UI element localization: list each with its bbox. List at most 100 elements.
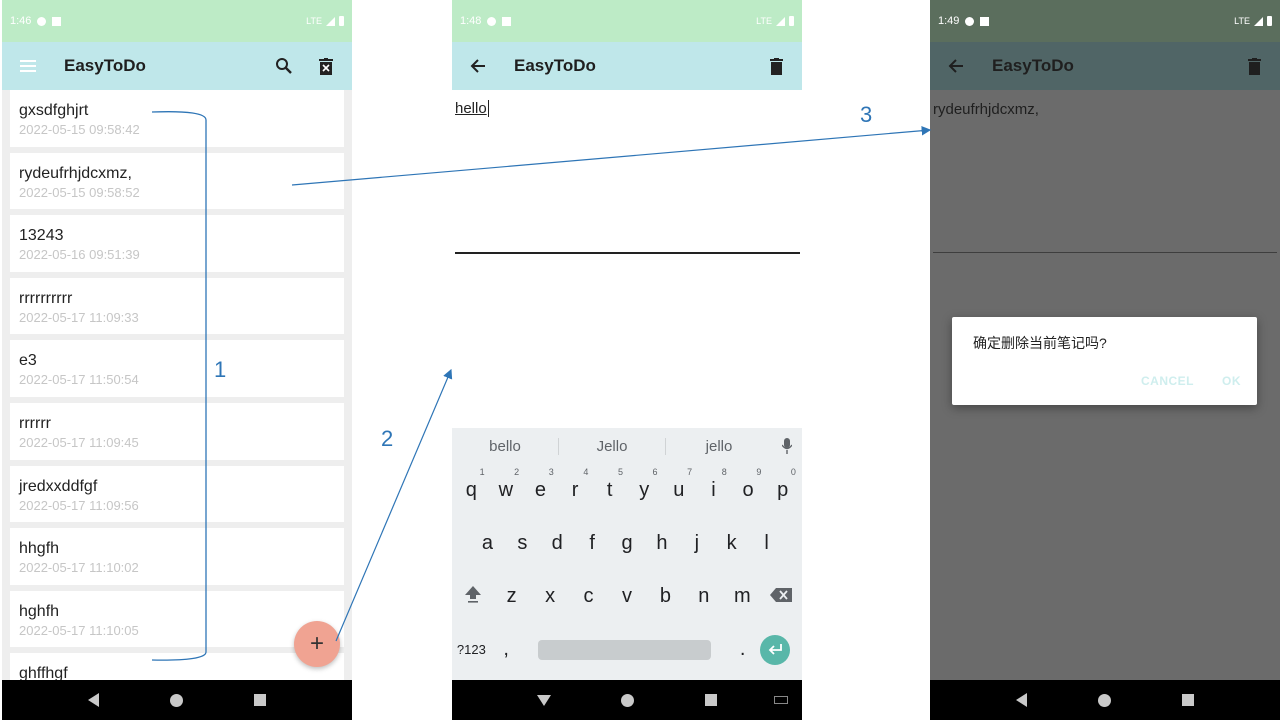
key-i[interactable]: i8	[696, 467, 731, 502]
key-letter: y	[639, 479, 650, 501]
key-d[interactable]: d	[540, 532, 575, 555]
nav-bar	[930, 680, 1280, 720]
nav-home-icon[interactable]	[621, 693, 635, 707]
key-v[interactable]: v	[608, 585, 646, 608]
note-title: hghfh	[19, 602, 60, 620]
key-row-1: q1w2e3r4t5y6u7i8o9p0	[452, 464, 802, 517]
key-letter: q	[465, 479, 477, 501]
app-bar-actions	[1242, 54, 1266, 78]
key-b[interactable]: b	[646, 585, 684, 608]
sd-card-icon	[52, 16, 62, 26]
key-number-hint: 8	[721, 467, 727, 477]
key-a[interactable]: a	[470, 532, 505, 555]
space-bar[interactable]	[537, 639, 712, 660]
period-key[interactable]: .	[725, 638, 760, 661]
signal-icon	[326, 16, 335, 26]
nav-back-icon[interactable]	[1015, 693, 1027, 707]
key-q[interactable]: q1	[454, 467, 489, 502]
note-title: rrrrrrrrrr	[19, 289, 73, 307]
suggestion-strip: bello Jello jello	[452, 428, 802, 464]
key-letter: o	[742, 479, 754, 501]
key-j[interactable]: j	[679, 532, 714, 555]
key-w[interactable]: w2	[489, 467, 524, 502]
note-list-item[interactable]: jredxxddfgf 2022-05-17 11:09:56	[10, 465, 344, 529]
nav-recents-icon[interactable]	[254, 694, 267, 706]
key-y[interactable]: y6	[627, 467, 662, 502]
key-e[interactable]: e3	[523, 467, 558, 502]
note-date: 2022-05-15 09:58:52	[19, 184, 140, 200]
editor-text[interactable]: hello	[455, 100, 489, 117]
note-list-item[interactable]: ghffhgf	[10, 653, 344, 680]
note-list[interactable]: gxsdfghjrt 2022-05-15 09:58:42 rydeufrhjdc…	[2, 90, 352, 680]
note-list-item[interactable]: rydeufrhjdcxmz, 2022-05-15 09:58:52	[10, 152, 344, 216]
nav-home-icon[interactable]	[1097, 693, 1111, 707]
ok-button[interactable]: OK	[1222, 374, 1241, 388]
key-f[interactable]: f	[575, 532, 610, 555]
add-note-button[interactable]: +	[294, 621, 340, 667]
backspace-key[interactable]	[762, 585, 800, 608]
key-x[interactable]: x	[531, 585, 569, 608]
sd-card-icon	[502, 16, 512, 26]
suggestion-1[interactable]: bello	[452, 437, 559, 455]
trash-icon[interactable]	[764, 54, 788, 78]
key-z[interactable]: z	[492, 585, 530, 608]
key-number-hint: 5	[617, 467, 623, 477]
cancel-button[interactable]: CANCEL	[1141, 374, 1194, 388]
key-n[interactable]: n	[685, 585, 723, 608]
note-list-item[interactable]: rrrrrrrrrr 2022-05-17 11:09:33	[10, 277, 344, 341]
phone-delete-dialog: 1:49 LTE EasyToDo rydeufrhjdcxmz, 确定删除当前…	[930, 0, 1280, 720]
mic-icon[interactable]	[772, 438, 802, 454]
nav-home-icon[interactable]	[169, 693, 183, 707]
annotation-label-2: 2	[381, 426, 394, 451]
note-date: 2022-05-16 09:51:39	[19, 247, 140, 263]
nav-recents-icon[interactable]	[1182, 694, 1195, 706]
key-h[interactable]: h	[644, 532, 679, 555]
shift-key[interactable]	[454, 585, 492, 609]
menu-icon[interactable]	[16, 54, 40, 78]
nav-hide-keyboard-icon[interactable]	[537, 694, 552, 706]
status-bar: 1:48 LTE	[452, 0, 802, 42]
key-l[interactable]: l	[749, 532, 784, 555]
annotation-label-1: 1	[214, 357, 227, 382]
key-p[interactable]: p0	[765, 467, 800, 502]
status-indicators: LTE	[756, 16, 794, 26]
key-o[interactable]: o9	[731, 467, 766, 502]
note-list-item[interactable]: 13243 2022-05-16 09:51:39	[10, 215, 344, 278]
key-letter: p	[777, 479, 789, 501]
suggestion-3[interactable]: jello	[666, 438, 772, 455]
comma-key[interactable]: ,	[489, 638, 524, 661]
signal-icon	[776, 16, 785, 26]
key-u[interactable]: u7	[662, 467, 697, 502]
sd-card-icon	[980, 16, 990, 26]
key-c[interactable]: c	[569, 585, 607, 608]
app-title: EasyToDo	[514, 56, 596, 75]
suggestion-2[interactable]: Jello	[559, 437, 666, 455]
nav-back-icon[interactable]	[87, 693, 99, 707]
enter-key[interactable]	[760, 634, 790, 665]
note-title: ghffhgf	[19, 665, 68, 680]
search-icon[interactable]	[272, 54, 296, 78]
note-list-item[interactable]: gxsdfghjrt 2022-05-15 09:58:42	[10, 90, 344, 153]
note-list-item[interactable]: e3 2022-05-17 11:50:54	[10, 340, 344, 403]
key-m[interactable]: m	[723, 585, 761, 608]
trash-icon[interactable]	[1242, 54, 1266, 78]
note-editor[interactable]: hello	[455, 100, 799, 117]
back-arrow-icon[interactable]	[944, 54, 968, 78]
key-t[interactable]: t5	[592, 467, 627, 502]
delete-all-icon[interactable]	[314, 54, 338, 78]
battery-icon	[339, 16, 344, 26]
nav-recents-icon[interactable]	[704, 694, 717, 706]
symbols-key[interactable]: ?123	[454, 642, 489, 657]
key-s[interactable]: s	[505, 532, 540, 555]
key-k[interactable]: k	[714, 532, 749, 555]
keyboard-switch-icon[interactable]	[774, 696, 788, 704]
nav-bar	[452, 680, 802, 720]
battery-icon	[789, 16, 794, 26]
back-arrow-icon[interactable]	[466, 54, 490, 78]
note-list-item[interactable]: rrrrrr 2022-05-17 11:09:45	[10, 402, 344, 466]
key-number-hint: 6	[652, 467, 658, 477]
dialog-actions: CANCEL OK	[1141, 374, 1241, 388]
note-list-item[interactable]: hhgfh 2022-05-17 11:10:02	[10, 528, 344, 591]
key-g[interactable]: g	[610, 532, 645, 555]
key-r[interactable]: r4	[558, 467, 593, 502]
